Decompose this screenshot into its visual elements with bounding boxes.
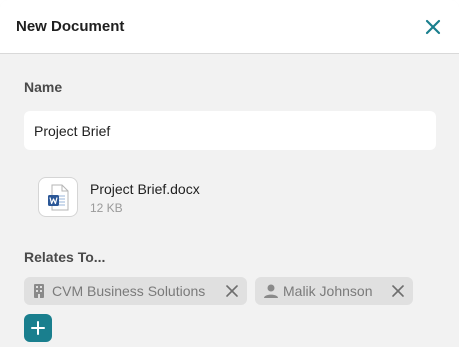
name-input[interactable] (24, 111, 436, 150)
file-icon-container (38, 177, 78, 217)
word-document-icon (48, 184, 69, 211)
remove-chip-icon[interactable] (225, 284, 239, 298)
person-icon (264, 284, 278, 298)
chip-label: Malik Johnson (283, 283, 373, 299)
name-label: Name (24, 79, 63, 95)
relates-to-label: Relates To... (24, 249, 106, 265)
close-icon (425, 19, 441, 35)
new-document-dialog: New Document Name Project Brief.docx 12 … (0, 0, 459, 347)
plus-icon (31, 321, 45, 335)
building-icon (34, 284, 44, 298)
add-relation-button[interactable] (24, 314, 52, 342)
relation-chip-company[interactable]: CVM Business Solutions (24, 277, 247, 305)
file-name: Project Brief.docx (90, 181, 200, 197)
dialog-title: New Document (16, 18, 125, 35)
attached-file[interactable]: Project Brief.docx 12 KB (38, 177, 338, 219)
file-size: 12 KB (90, 201, 123, 215)
remove-chip-icon[interactable] (391, 284, 405, 298)
chip-label: CVM Business Solutions (52, 283, 206, 299)
relation-chip-person[interactable]: Malik Johnson (255, 277, 413, 305)
close-button[interactable] (421, 15, 445, 39)
dialog-header: New Document (0, 0, 459, 54)
